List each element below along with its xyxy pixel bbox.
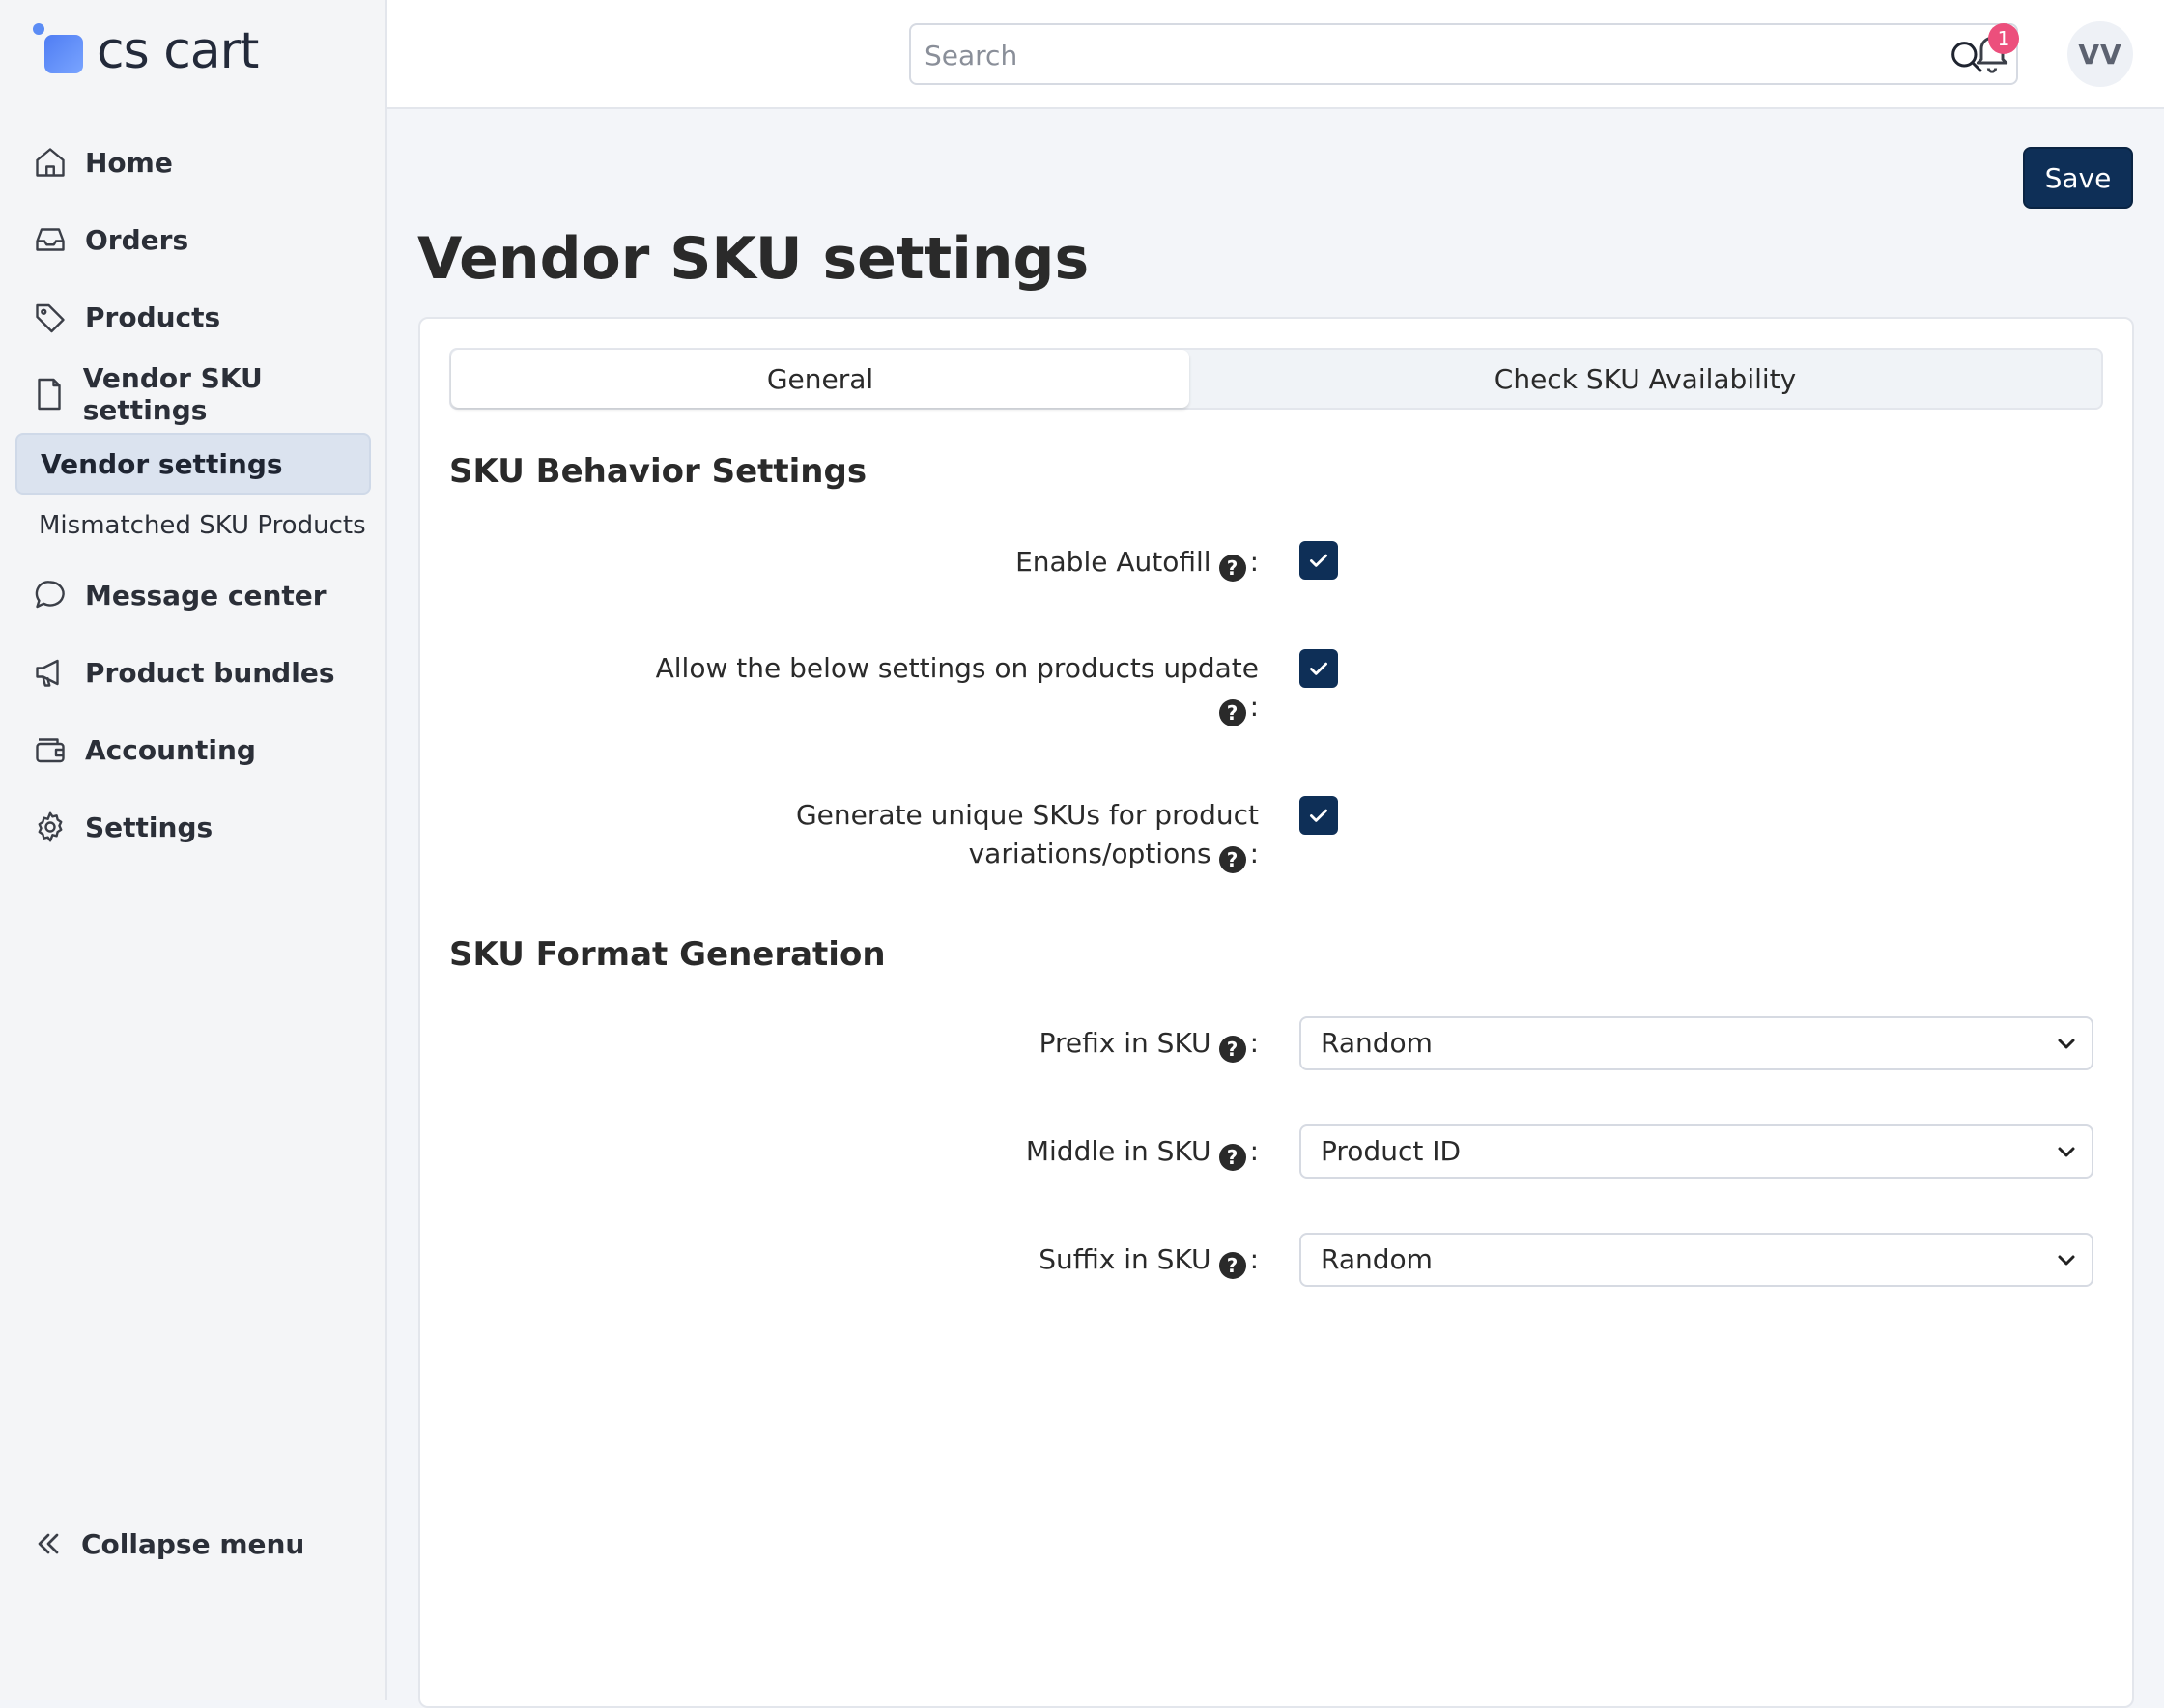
logo-square-icon (44, 35, 83, 73)
middle-select[interactable]: Product ID (1299, 1124, 2093, 1179)
help-icon[interactable]: ? (1218, 1036, 1246, 1063)
suffix-select-value: Random (1321, 1243, 1433, 1275)
field-label-text: Suffix in SKU (1039, 1243, 1211, 1275)
chevron-down-icon (2058, 1147, 2075, 1157)
sidebar-item-label: Product bundles (85, 656, 335, 689)
field-label-allow-updates: Allow the below settings on products upd… (656, 649, 1259, 726)
checkmark-icon (1310, 662, 1327, 675)
logo-dot-icon (33, 23, 44, 35)
sidebar-item-accounting[interactable]: Accounting (31, 721, 379, 779)
prefix-select[interactable]: Random (1299, 1016, 2093, 1070)
search-box (909, 23, 2018, 85)
field-label-generate-unique-skus: Generate unique SKUs for product variati… (796, 796, 1259, 873)
field-label-prefix: Prefix in SKU?: (1039, 1027, 1259, 1063)
tab-check-sku-availability[interactable]: Check SKU Availability (1189, 350, 2101, 408)
suffix-select[interactable]: Random (1299, 1233, 2093, 1287)
sidebar-item-label: Orders (85, 223, 189, 256)
search-input[interactable] (923, 25, 1931, 85)
help-icon[interactable]: ? (1218, 1144, 1246, 1171)
settings-card: General Check SKU Availability SKU Behav… (418, 317, 2134, 1708)
inbox-icon (31, 220, 70, 259)
section-title-sku-format: SKU Format Generation (449, 935, 886, 974)
user-avatar[interactable]: VV (2067, 21, 2133, 87)
generate-unique-skus-checkbox[interactable] (1299, 796, 1338, 835)
wallet-icon (31, 730, 70, 769)
help-icon[interactable]: ? (1218, 555, 1246, 582)
prefix-select-value: Random (1321, 1027, 1433, 1059)
chevron-down-icon (2058, 1039, 2075, 1049)
sidebar-subitem-mismatched-sku-products[interactable]: Mismatched SKU Products (15, 495, 371, 556)
help-icon[interactable]: ? (1218, 1252, 1246, 1279)
sidebar-item-message-center[interactable]: Message center (31, 566, 379, 624)
brand-name: cs cart (97, 22, 259, 80)
tag-icon (31, 298, 70, 336)
top-bar (387, 0, 2164, 109)
notification-count-badge: 1 (1988, 23, 2019, 54)
collapse-menu-label: Collapse menu (81, 1527, 305, 1560)
sidebar-item-label: Message center (85, 579, 327, 612)
save-button[interactable]: Save (2023, 147, 2133, 209)
field-label-text: Enable Autofill (1015, 546, 1211, 578)
collapse-menu-button[interactable]: Collapse menu (31, 1515, 304, 1573)
help-icon[interactable]: ? (1218, 846, 1246, 873)
sidebar-item-products[interactable]: Products (31, 288, 379, 346)
tab-general[interactable]: General (451, 350, 1189, 408)
chat-bubble-icon (31, 576, 70, 614)
sidebar-item-product-bundles[interactable]: Product bundles (31, 643, 379, 701)
sidebar-item-label: Products (85, 300, 221, 333)
double-chevron-left-icon (31, 1526, 66, 1561)
field-label-suffix: Suffix in SKU?: (1039, 1243, 1259, 1279)
sidebar-item-label: Settings (85, 811, 214, 843)
sidebar-subitem-label: Mismatched SKU Products (39, 511, 366, 540)
sidebar-item-vendor-sku-settings[interactable]: Vendor SKU settings (31, 362, 379, 426)
enable-autofill-checkbox[interactable] (1299, 541, 1338, 580)
field-label-text: Generate unique SKUs for product (795, 799, 1259, 831)
field-label-middle: Middle in SKU?: (1025, 1135, 1259, 1171)
home-icon (31, 143, 70, 182)
sidebar-item-label: Home (85, 146, 173, 179)
field-label-text: Allow the below settings on products upd… (655, 652, 1259, 684)
sidebar-item-label: Accounting (85, 733, 256, 766)
sidebar-subitem-vendor-settings[interactable]: Vendor settings (15, 433, 371, 495)
sidebar-item-label: Vendor SKU settings (82, 362, 263, 426)
sidebar: cs cart Home Orders Products Vendor SKU … (0, 0, 387, 1700)
tab-bar: General Check SKU Availability (449, 348, 2103, 410)
chevron-down-icon (2058, 1255, 2075, 1266)
sidebar-item-orders[interactable]: Orders (31, 211, 379, 269)
help-icon[interactable]: ? (1218, 699, 1246, 726)
field-label-text: Middle in SKU (1025, 1135, 1211, 1167)
allow-updates-checkbox[interactable] (1299, 649, 1338, 688)
field-label-text: variations/options (968, 838, 1211, 869)
section-title-sku-behavior: SKU Behavior Settings (449, 452, 868, 491)
gear-icon (31, 808, 70, 846)
brand-logo[interactable]: cs cart (31, 21, 282, 81)
sidebar-item-home[interactable]: Home (31, 133, 379, 191)
middle-select-value: Product ID (1321, 1135, 1462, 1167)
sidebar-subitem-label: Vendor settings (41, 447, 283, 480)
document-icon (31, 375, 68, 413)
field-label-text: Prefix in SKU (1039, 1027, 1211, 1059)
page-title: Vendor SKU settings (417, 225, 1090, 293)
megaphone-icon (31, 653, 70, 692)
checkmark-icon (1310, 809, 1327, 822)
field-label-enable-autofill: Enable Autofill?: (1015, 546, 1259, 582)
sidebar-item-settings[interactable]: Settings (31, 798, 379, 856)
checkmark-icon (1310, 554, 1327, 567)
